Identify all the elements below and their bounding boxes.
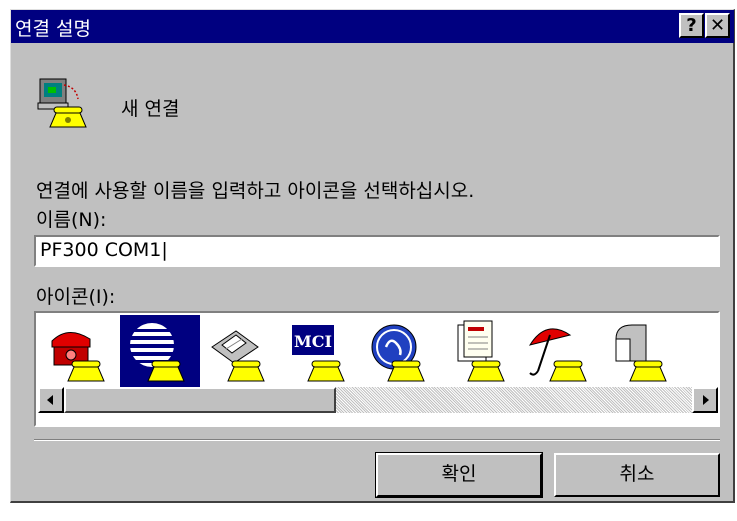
instruction-text: 연결에 사용할 이름을 입력하고 아이콘을 선택하십시오. <box>36 180 475 202</box>
umbrella-phone-icon[interactable] <box>520 315 600 387</box>
scrollbar-thumb[interactable] <box>64 387 336 413</box>
document-phone-icon[interactable] <box>440 315 520 387</box>
separator <box>34 439 720 441</box>
icon-field-label: 아이콘(I): <box>36 286 116 308</box>
red-phone-icon[interactable] <box>40 315 120 387</box>
name-field-label: 이름(N): <box>36 209 107 231</box>
arrow-left-icon <box>47 395 53 405</box>
ge-logo-icon[interactable] <box>360 315 440 387</box>
window-title: 연결 설명 <box>15 18 91 40</box>
connection-dialog: 연결 설명 ? ✕ 새 연결 연결에 사용할 이름을 입력하고 아이콘을 선택하… <box>10 9 735 503</box>
fax-phone-icon[interactable] <box>200 315 280 387</box>
cancel-button[interactable]: 취소 <box>554 453 720 497</box>
ok-button[interactable]: 확인 <box>375 452 543 498</box>
att-globe-icon[interactable] <box>120 315 200 387</box>
help-button[interactable]: ? <box>679 13 704 38</box>
arrow-right-icon <box>703 395 709 405</box>
connection-name-label: 새 연결 <box>121 98 180 120</box>
icon-list-scrollbar[interactable] <box>38 387 718 413</box>
mailbox-phone-icon[interactable] <box>600 315 680 387</box>
scroll-right-button[interactable] <box>692 387 718 413</box>
mci-logo-text: MCI <box>294 332 332 351</box>
icon-list[interactable]: MCI <box>34 311 720 427</box>
name-input[interactable]: PF300 COM1| <box>34 235 720 267</box>
phone-computer-icon <box>34 77 90 133</box>
scroll-left-button[interactable] <box>38 387 64 413</box>
title-bar[interactable]: 연결 설명 ? ✕ <box>11 10 734 43</box>
close-button[interactable]: ✕ <box>705 13 730 38</box>
mci-logo-icon[interactable]: MCI <box>280 315 360 387</box>
